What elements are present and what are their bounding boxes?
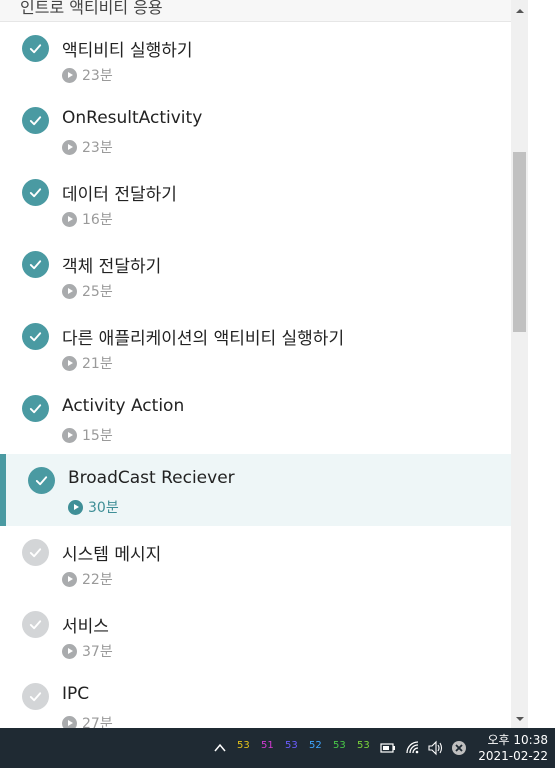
play-icon [62,571,77,587]
lecture-duration: 15분 [82,428,113,444]
check-circle-icon [22,35,49,62]
check-circle-icon [22,107,49,134]
lecture-item[interactable]: 객체 전달하기 25분 [0,238,511,310]
lecture-item[interactable]: 시스템 메시지 22분 [0,526,511,598]
lecture-item[interactable]: 서비스 37분 [0,598,511,670]
lecture-duration: 25분 [82,284,113,300]
tray-counter[interactable]: 52 [309,740,322,751]
tray-counter[interactable]: 53 [285,740,298,751]
lecture-duration-meta: 30분 [68,498,119,516]
wifi-icon[interactable] [405,740,421,756]
lecture-duration: 27분 [82,716,113,728]
lecture-duration-meta: 27분 [62,714,113,728]
check-circle-icon [22,179,49,206]
lecture-item[interactable]: Activity Action 15분 [0,382,511,454]
lecture-title: Activity Action [62,396,185,416]
scrollbar-thumb[interactable] [513,152,526,332]
check-circle-icon [22,395,49,422]
lecture-duration: 16분 [82,212,113,228]
lecture-duration-meta: 22분 [62,570,113,588]
play-icon [62,67,77,83]
play-icon [62,715,77,728]
lecture-duration-meta: 15분 [62,426,113,444]
lecture-duration: 21분 [82,356,113,372]
lecture-duration: 23분 [82,140,113,156]
active-indicator [0,454,6,526]
lecture-title: 서비스 [62,617,109,637]
lecture-item[interactable]: 다른 애플리케이션의 액티비티 실행하기 21분 [0,310,511,382]
lecture-title: 객체 전달하기 [62,257,162,277]
lecture-title: 액티비티 실행하기 [62,41,193,61]
right-gutter [528,0,555,728]
play-icon [62,355,77,371]
vertical-scrollbar[interactable] [511,0,528,728]
tray-counter[interactable]: 51 [261,740,274,751]
lecture-duration: 30분 [88,500,119,516]
lecture-duration: 37분 [82,644,113,660]
lecture-duration-meta: 16분 [62,210,113,228]
play-icon [62,139,77,155]
lecture-item[interactable]: 데이터 전달하기 16분 [0,166,511,238]
lecture-duration-meta: 23분 [62,138,113,156]
lecture-item[interactable]: OnResultActivity 23분 [0,94,511,166]
play-icon [62,211,77,227]
tray-counter[interactable]: 53 [333,740,346,751]
check-circle-icon [22,251,49,278]
lecture-duration: 23분 [82,68,113,84]
lecture-duration-meta: 25분 [62,282,113,300]
play-icon [62,427,77,443]
check-circle-icon [22,539,49,566]
lecture-list-viewport: 인트로 액티비티 응용 액티비티 실행하기 23분 OnResultActivity… [0,0,555,728]
lecture-title: 시스템 메시지 [62,545,162,565]
scroll-down-arrow-icon[interactable] [511,710,528,727]
lecture-duration-meta: 21분 [62,354,113,372]
scroll-up-arrow-icon[interactable] [511,2,528,19]
play-icon [62,283,77,299]
battery-icon[interactable] [380,740,396,756]
tray-counter[interactable]: 53 [357,740,370,751]
windows-taskbar: 53 51 53 52 53 53 오후 10:38 2021-02-22 [0,728,555,768]
check-circle-icon [28,467,55,494]
close-circle-icon[interactable] [451,740,467,756]
check-circle-icon [22,683,49,710]
chevron-up-icon[interactable] [213,740,227,754]
section-header[interactable]: 인트로 액티비티 응용 [0,0,511,22]
lecture-item[interactable]: BroadCast Reciever 30분 [0,454,511,526]
lecture-duration-meta: 23분 [62,66,113,84]
lecture-title: 다른 애플리케이션의 액티비티 실행하기 [62,329,345,349]
speaker-icon[interactable] [427,740,443,756]
lecture-item[interactable]: IPC 27분 [0,670,511,728]
lecture-title: BroadCast Reciever [68,468,235,488]
play-icon [68,499,83,515]
check-circle-icon [22,323,49,350]
clock-time[interactable]: 오후 10:38 [478,731,548,748]
lecture-duration-meta: 37분 [62,642,113,660]
check-circle-icon [22,611,49,638]
section-title: 인트로 액티비티 응용 [20,0,163,17]
lecture-item[interactable]: 액티비티 실행하기 23분 [0,22,511,94]
lecture-title: 데이터 전달하기 [62,185,177,205]
lecture-title: IPC [62,684,90,704]
lecture-duration: 22분 [82,572,113,588]
play-icon [62,643,77,659]
lecture-title: OnResultActivity [62,108,203,128]
clock-date[interactable]: 2021-02-22 [470,749,548,763]
tray-counter[interactable]: 53 [237,740,250,751]
lecture-list: 인트로 액티비티 응용 액티비티 실행하기 23분 OnResultActivity… [0,0,511,728]
